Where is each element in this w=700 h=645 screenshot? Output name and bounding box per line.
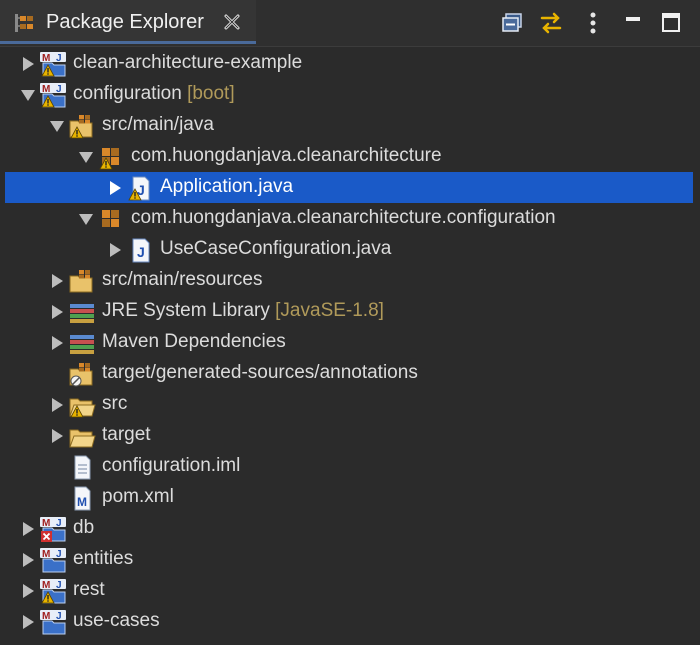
view-title: Package Explorer — [46, 11, 204, 33]
java-file-icon: J — [132, 238, 150, 263]
source-folder-icon — [69, 270, 93, 293]
chevron-right-icon[interactable] — [107, 242, 123, 258]
svg-text:J: J — [56, 611, 62, 622]
folder-icon — [69, 429, 96, 448]
tree-item[interactable]: com.huongdanjava.cleanarchitecture — [0, 141, 700, 172]
tree-item[interactable]: M Juse-cases — [0, 606, 700, 637]
svg-text:J: J — [56, 580, 62, 591]
java-file-warning-icon: J — [128, 176, 150, 201]
svg-text:M: M — [42, 53, 50, 64]
tree-item-label: pom.xml — [102, 486, 174, 507]
svg-text:M: M — [42, 518, 50, 529]
tree-item-label: com.huongdanjava.cleanarchitecture — [131, 145, 442, 166]
tree-item[interactable]: src/main/resources — [0, 265, 700, 296]
folder-warning-icon — [69, 398, 96, 418]
chevron-down-icon[interactable] — [78, 149, 94, 165]
svg-text:J: J — [56, 84, 62, 95]
close-icon[interactable] — [222, 12, 242, 32]
chevron-right-icon[interactable] — [49, 397, 65, 413]
chevron-right-icon[interactable] — [49, 273, 65, 289]
svg-text:M: M — [42, 611, 50, 622]
tree-item-label: entities — [73, 548, 134, 569]
maven-project-icon: MJ — [40, 610, 66, 635]
svg-text:M: M — [77, 495, 87, 509]
maven-project-warning-icon: MJ — [40, 52, 66, 77]
maximize-icon[interactable] — [658, 10, 684, 36]
tree-item-label: configuration [boot] — [73, 83, 235, 104]
maven-project-error-icon: MJ — [40, 517, 66, 542]
tree-item[interactable]: M Jdb — [0, 513, 700, 544]
svg-text:M: M — [42, 84, 50, 95]
package-icon — [102, 210, 119, 227]
svg-text:J: J — [56, 549, 62, 560]
tree-item[interactable]: J Application.java — [5, 172, 693, 203]
source-folder-ignored-icon — [69, 363, 93, 387]
tree-item-label: Maven Dependencies — [102, 331, 286, 352]
tree-item-decoration: [boot] — [187, 83, 235, 104]
package-warning-icon — [99, 148, 119, 170]
maven-pom-icon: M — [74, 486, 91, 511]
minimize-icon[interactable] — [620, 10, 646, 36]
tree-item-label: UseCaseConfiguration.java — [160, 238, 392, 259]
svg-text:J: J — [56, 518, 62, 529]
view-menu-icon[interactable] — [580, 10, 606, 36]
tree-item-label: src/main/resources — [102, 269, 263, 290]
source-folder-warning-icon — [69, 115, 93, 139]
svg-text:J: J — [56, 53, 62, 64]
maven-project-warning-icon: MJ — [40, 579, 66, 604]
tree-item-label: target — [102, 424, 151, 445]
svg-text:M: M — [42, 580, 50, 591]
tree-item-label: db — [73, 517, 95, 538]
tree-item[interactable]: M Jconfiguration [boot] — [0, 79, 700, 110]
chevron-down-icon[interactable] — [20, 87, 36, 103]
tree-item[interactable]: com.huongdanjava.cleanarchitecture.confi… — [0, 203, 700, 234]
tree-item[interactable]: J UseCaseConfiguration.java — [0, 234, 700, 265]
chevron-right-icon[interactable] — [49, 335, 65, 351]
library-icon — [70, 335, 94, 354]
link-with-editor-icon[interactable] — [538, 10, 564, 36]
file-icon — [74, 455, 91, 480]
tree-item[interactable]: M Jentities — [0, 544, 700, 575]
tree-item-label: use-cases — [73, 610, 160, 631]
chevron-right-icon[interactable] — [20, 521, 36, 537]
tree-item[interactable]: target — [0, 420, 700, 451]
tree-item-label: src/main/java — [102, 114, 214, 135]
chevron-right-icon[interactable] — [20, 56, 36, 72]
chevron-right-icon[interactable] — [107, 180, 123, 196]
tree-item[interactable]: Mpom.xml — [0, 482, 700, 513]
chevron-right-icon[interactable] — [20, 614, 36, 630]
tab-package-explorer[interactable]: Package Explorer — [0, 0, 256, 44]
svg-text:J: J — [137, 244, 145, 260]
library-icon — [70, 304, 94, 323]
tree-item[interactable]: Maven Dependencies — [0, 327, 700, 358]
tree-item[interactable]: target/generated-sources/annotations — [0, 358, 700, 389]
tree-item[interactable]: configuration.iml — [0, 451, 700, 482]
tree-item-decoration: [JavaSE-1.8] — [275, 300, 384, 321]
chevron-right-icon[interactable] — [20, 552, 36, 568]
tree-item[interactable]: M Jclean-architecture-example — [0, 48, 700, 79]
view-header: Package Explorer — [0, 0, 700, 47]
chevron-right-icon[interactable] — [49, 428, 65, 444]
tree-item-label: com.huongdanjava.cleanarchitecture.confi… — [131, 207, 556, 228]
package-explorer-icon — [15, 14, 33, 32]
collapse-all-icon[interactable] — [500, 10, 526, 36]
tree-item[interactable]: M Jrest — [0, 575, 700, 606]
tree-item-label: Application.java — [160, 176, 294, 197]
tree-item[interactable]: src — [0, 389, 700, 420]
chevron-right-icon[interactable] — [20, 583, 36, 599]
tree-item-label: rest — [73, 579, 105, 600]
svg-text:M: M — [42, 549, 50, 560]
chevron-right-icon[interactable] — [49, 304, 65, 320]
maven-project-icon: MJ — [40, 548, 66, 573]
tree-item[interactable]: src/main/java — [0, 110, 700, 141]
chevron-down-icon[interactable] — [78, 211, 94, 227]
tree-item[interactable]: JRE System Library [JavaSE-1.8] — [0, 296, 700, 327]
tree-item-label: src — [102, 393, 128, 414]
tree-item-label: JRE System Library [JavaSE-1.8] — [102, 300, 384, 321]
maven-project-warning-icon: MJ — [40, 83, 66, 108]
tree-item-label: target/generated-sources/annotations — [102, 362, 418, 383]
tree-item-label: clean-architecture-example — [73, 52, 303, 73]
chevron-down-icon[interactable] — [49, 118, 65, 134]
tree-item-label: configuration.iml — [102, 455, 241, 476]
